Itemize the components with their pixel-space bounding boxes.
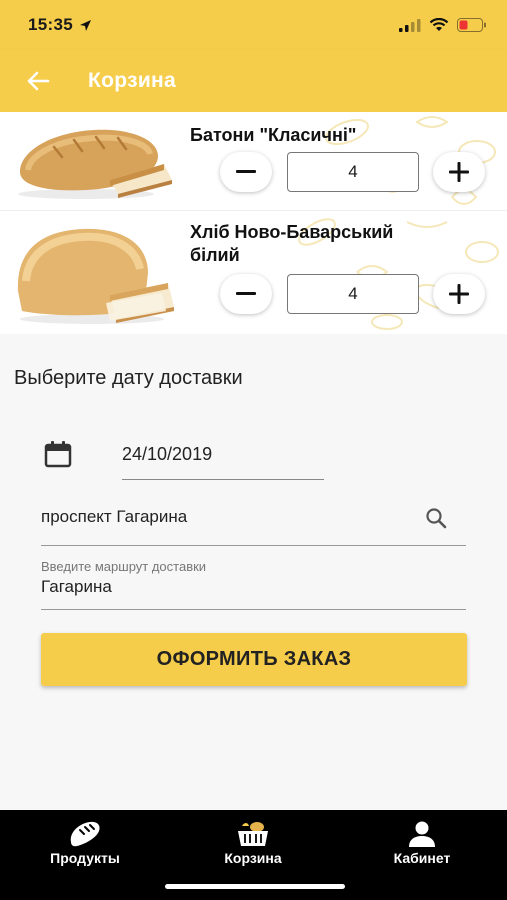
nav-label: Корзина (224, 850, 282, 866)
battery-icon (457, 18, 486, 32)
basket-icon (238, 822, 268, 846)
bread-loaf-image (17, 228, 174, 324)
back-arrow-icon (27, 71, 50, 91)
page-title: Корзина (88, 69, 177, 92)
decrease-button[interactable] (220, 152, 272, 192)
nav-item-products[interactable]: Продукты (20, 810, 150, 866)
increase-button[interactable] (433, 152, 485, 192)
nav-item-account[interactable]: Кабинет (357, 810, 487, 866)
cart-item: Батони "Класичні" 4 (0, 112, 507, 211)
bread-icon (70, 821, 100, 847)
signal-icon (399, 19, 421, 32)
search-icon[interactable] (424, 506, 448, 530)
item-name: Хліб Ново-Баварський білий (190, 221, 393, 267)
wifi-icon (429, 18, 449, 31)
app-bar: Корзина (0, 50, 507, 112)
date-field[interactable]: 24/10/2019 (122, 440, 324, 480)
address-value: проспект Гагарина (41, 507, 188, 526)
status-left: 15:35 (28, 15, 92, 35)
route-label: Введите маршрут доставки (41, 559, 207, 574)
back-button[interactable] (18, 61, 58, 101)
date-value: 24/10/2019 (122, 444, 213, 464)
calendar-icon[interactable] (44, 440, 72, 468)
nav-icon-wrap (68, 818, 102, 848)
nav-icon-wrap (408, 818, 436, 848)
location-arrow-icon (79, 19, 91, 31)
nav-icon-wrap (236, 818, 270, 848)
baton-image (18, 129, 172, 199)
quantity-stepper: 4 (220, 152, 485, 192)
minus-icon (236, 292, 256, 295)
place-order-button[interactable]: ОФОРМИТЬ ЗАКАЗ (41, 633, 467, 686)
minus-icon (236, 170, 256, 173)
plus-icon (449, 284, 469, 304)
quantity-field[interactable]: 4 (287, 152, 419, 192)
increase-button[interactable] (433, 274, 485, 314)
person-icon (409, 821, 435, 847)
decrease-button[interactable] (220, 274, 272, 314)
status-time: 15:35 (28, 15, 73, 34)
item-name: Батони "Класичні" (190, 125, 357, 145)
nav-label: Кабинет (393, 850, 451, 866)
route-field[interactable]: Введите маршрут доставки Гагарина (41, 556, 466, 610)
nav-label: Продукты (50, 850, 120, 866)
nav-item-cart[interactable]: Корзина (188, 810, 318, 866)
address-field[interactable]: проспект Гагарина (41, 500, 466, 546)
home-indicator[interactable] (165, 884, 345, 889)
quantity-field[interactable]: 4 (287, 274, 419, 314)
cart-item: Хліб Ново-Баварський білий 4 (0, 211, 507, 334)
status-bar: 15:35 (0, 0, 507, 50)
route-value: Гагарина (41, 577, 112, 596)
status-right (399, 18, 487, 32)
item-name-line: білий (190, 245, 240, 265)
item-name-line: Хліб Ново-Баварський (190, 222, 394, 242)
cart-list: Батони "Класичні" 4 Хліб Ново-Баварський… (0, 112, 507, 334)
delivery-section-title: Выберите дату доставки (14, 367, 243, 389)
quantity-stepper: 4 (220, 274, 485, 314)
plus-icon (449, 162, 469, 182)
